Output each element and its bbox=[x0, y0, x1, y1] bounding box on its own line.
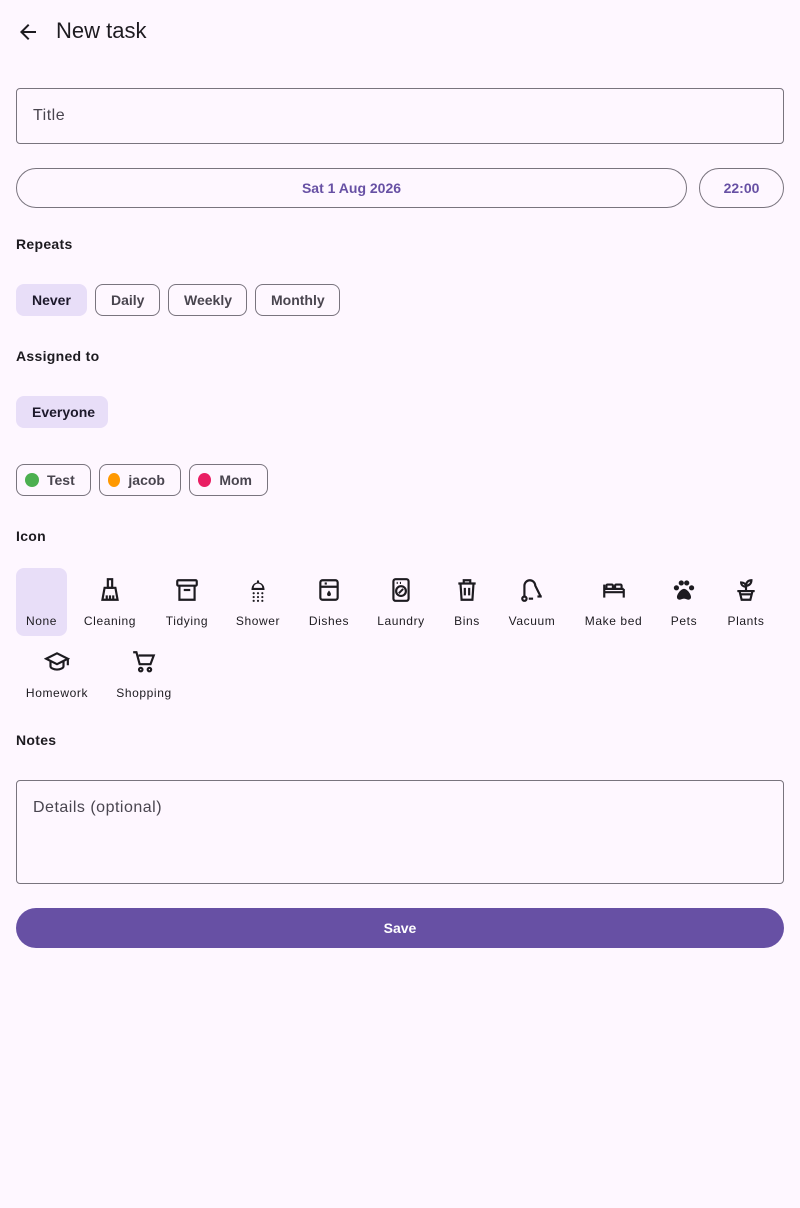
broom-icon bbox=[101, 578, 119, 601]
title-field[interactable]: Title bbox=[16, 88, 784, 144]
icon-option-label: Tidying bbox=[165, 614, 209, 628]
time-button[interactable]: 22:00 bbox=[699, 168, 784, 208]
repeat-chip-weekly[interactable]: Weekly bbox=[168, 284, 247, 316]
trash-bin-icon bbox=[458, 579, 476, 601]
icon-option-label: Homework bbox=[25, 686, 89, 700]
icon-option-vacuum[interactable]: Vacuum bbox=[504, 568, 560, 636]
page-title: New task bbox=[56, 18, 147, 43]
icon-option-label: Shopping bbox=[116, 686, 172, 700]
assignee-chip-everyone[interactable]: Everyone bbox=[16, 396, 108, 428]
assigned-label: Assigned to bbox=[16, 348, 100, 364]
icon-option-plants[interactable]: Plants bbox=[722, 568, 770, 636]
assignee-chip-test[interactable]: Test bbox=[16, 464, 91, 496]
arrow-back-icon[interactable] bbox=[16, 20, 40, 44]
icon-option-bins[interactable]: Bins bbox=[446, 568, 488, 636]
notes-label: Notes bbox=[16, 732, 57, 748]
washing-machine-icon bbox=[392, 578, 410, 602]
paw-icon bbox=[673, 580, 695, 600]
bed-icon bbox=[602, 583, 625, 598]
icon-option-shower[interactable]: Shower bbox=[232, 568, 284, 636]
member-color-dot bbox=[108, 473, 121, 487]
icon-option-homework[interactable]: Homework bbox=[20, 640, 94, 708]
assignee-chip-mom[interactable]: Mom bbox=[189, 464, 268, 496]
icon-option-label: Vacuum bbox=[508, 614, 556, 628]
icon-option-label: None bbox=[25, 614, 58, 628]
repeat-chip-monthly[interactable]: Monthly bbox=[255, 284, 340, 316]
icon-option-label: Bins bbox=[454, 614, 480, 628]
assignee-label: Mom bbox=[219, 472, 252, 488]
top-app-bar: New task bbox=[0, 0, 800, 64]
icon-option-label: Plants bbox=[727, 614, 765, 628]
icon-option-tidying[interactable]: Tidying bbox=[160, 568, 214, 636]
icon-option-make-bed[interactable]: Make bed bbox=[580, 568, 647, 636]
notes-field[interactable]: Details (optional) bbox=[16, 780, 784, 884]
icon-label: Icon bbox=[16, 528, 46, 544]
member-color-dot bbox=[25, 473, 39, 487]
archive-box-icon bbox=[176, 579, 198, 601]
repeat-chip-never[interactable]: Never bbox=[16, 284, 87, 316]
vacuum-icon bbox=[521, 579, 542, 602]
repeats-label: Repeats bbox=[16, 236, 73, 252]
repeat-chip-daily[interactable]: Daily bbox=[95, 284, 160, 316]
icon-option-label: Make bed bbox=[584, 614, 643, 628]
assignee-label: Test bbox=[47, 472, 75, 488]
shower-icon bbox=[251, 580, 265, 602]
dishwasher-icon bbox=[319, 579, 339, 601]
shopping-cart-icon bbox=[133, 651, 156, 673]
icon-option-laundry[interactable]: Laundry bbox=[373, 568, 429, 636]
icon-option-cleaning[interactable]: Cleaning bbox=[80, 568, 140, 636]
icon-option-dishes[interactable]: Dishes bbox=[303, 568, 355, 636]
icon-option-label: Pets bbox=[670, 614, 698, 628]
date-button[interactable]: Sat 1 Aug 2026 bbox=[16, 168, 687, 208]
member-color-dot bbox=[198, 473, 212, 487]
icon-option-none[interactable]: None bbox=[16, 568, 67, 636]
title-placeholder: Title bbox=[33, 107, 66, 124]
icon-option-pets[interactable]: Pets bbox=[664, 568, 704, 636]
graduation-cap-icon bbox=[44, 652, 70, 671]
assignee-chip-jacob[interactable]: jacob bbox=[99, 464, 181, 496]
icon-option-label: Shower bbox=[235, 614, 281, 628]
potted-plant-icon bbox=[737, 579, 755, 601]
notes-placeholder: Details (optional) bbox=[33, 799, 163, 816]
icon-option-label: Laundry bbox=[377, 614, 425, 628]
icon-option-label: Cleaning bbox=[83, 614, 137, 628]
icon-option-label: Dishes bbox=[308, 614, 350, 628]
assignee-label: jacob bbox=[128, 472, 165, 488]
save-button[interactable]: Save bbox=[16, 908, 784, 948]
icon-option-shopping[interactable]: Shopping bbox=[110, 640, 178, 708]
